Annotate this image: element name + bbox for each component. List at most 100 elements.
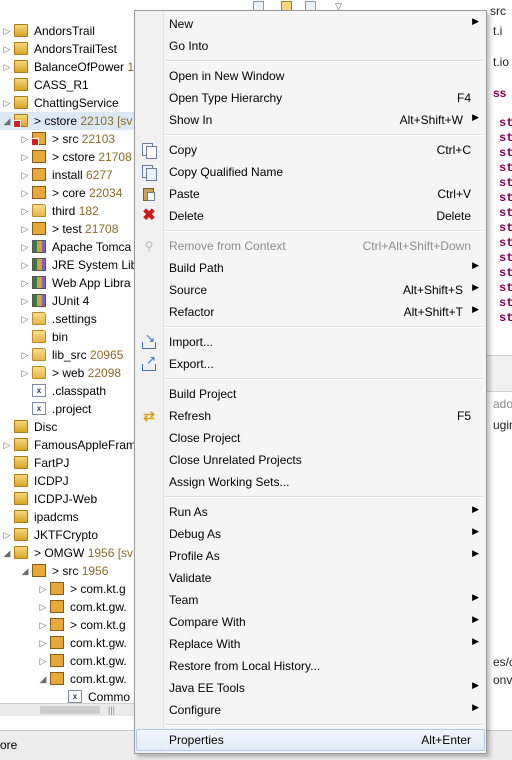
collapsed-arrow-icon[interactable]: ▷ [2, 94, 12, 112]
tree-item[interactable]: x Commo [0, 688, 134, 703]
menu-item-refactor[interactable]: Refactor Alt+Shift+T ▶ [136, 301, 485, 323]
collapsed-arrow-icon[interactable]: ▷ [20, 202, 30, 220]
menu-item-build-project[interactable]: Build Project [136, 383, 485, 405]
tree-item[interactable]: ▷ third 182 [0, 202, 134, 220]
editor-keyword: st [499, 221, 512, 235]
menu-item-show-in[interactable]: Show In Alt+Shift+W ▶ [136, 109, 485, 131]
menu-item-open-in-new-window[interactable]: Open in New Window [136, 65, 485, 87]
tree-item[interactable]: ▷ install 6277 [0, 166, 134, 184]
tree-item[interactable]: ▷ > com.kt.g [0, 616, 134, 634]
menu-item-build-path[interactable]: Build Path ▶ [136, 257, 485, 279]
tree-item[interactable]: ◢ com.kt.gw. [0, 670, 134, 688]
tree-item[interactable]: ▷ ChattingService [0, 94, 134, 112]
menu-item-replace-with[interactable]: Replace With ▶ [136, 633, 485, 655]
collapsed-arrow-icon[interactable]: ▷ [20, 292, 30, 310]
tree-item[interactable]: x .classpath [0, 382, 134, 400]
scrollbar-thumb[interactable] [40, 706, 100, 714]
tree-item[interactable]: ICDPJ [0, 472, 134, 490]
tree-item[interactable]: ▷ JKTFCrypto [0, 526, 134, 544]
menu-item-refresh[interactable]: ⇄ Refresh F5 [136, 405, 485, 427]
collapsed-arrow-icon[interactable]: ▷ [2, 436, 12, 454]
collapsed-arrow-icon[interactable]: ▷ [38, 598, 48, 616]
menu-item-export[interactable]: Export... [136, 353, 485, 375]
menu-item-close-unrelated-projects[interactable]: Close Unrelated Projects [136, 449, 485, 471]
tree-item[interactable]: ▷ BalanceOfPower 1 [0, 58, 134, 76]
collapsed-arrow-icon[interactable]: ▷ [2, 22, 12, 40]
collapsed-arrow-icon[interactable]: ▷ [2, 58, 12, 76]
collapsed-arrow-icon[interactable]: ▷ [20, 220, 30, 238]
menu-item-open-type-hierarchy[interactable]: Open Type Hierarchy F4 [136, 87, 485, 109]
tree-item[interactable]: ▷ > com.kt.g [0, 580, 134, 598]
tree-item[interactable]: ▷ JRE System Lib [0, 256, 134, 274]
collapsed-arrow-icon[interactable]: ▷ [38, 616, 48, 634]
menu-item-new[interactable]: New ▶ [136, 13, 485, 35]
tree-item[interactable]: ▷ com.kt.gw. [0, 652, 134, 670]
menu-item-validate[interactable]: Validate [136, 567, 485, 589]
collapsed-arrow-icon[interactable]: ▷ [20, 256, 30, 274]
tree-item[interactable]: ▷ Apache Tomca [0, 238, 134, 256]
tree-item[interactable]: ◢ > OMGW 1956 [sv [0, 544, 134, 562]
tree-item[interactable]: bin [0, 328, 134, 346]
collapsed-arrow-icon[interactable]: ▷ [20, 346, 30, 364]
menu-item-source[interactable]: Source Alt+Shift+S ▶ [136, 279, 485, 301]
tree-item[interactable]: ▷ com.kt.gw. [0, 634, 134, 652]
expanded-arrow-icon[interactable]: ◢ [20, 562, 30, 580]
tree-item[interactable]: Disc [0, 418, 134, 436]
tree-item[interactable]: ▷ FamousAppleFram [0, 436, 134, 454]
collapsed-arrow-icon[interactable]: ▷ [20, 238, 30, 256]
tree-item[interactable]: ICDPJ-Web [0, 490, 134, 508]
menu-item-properties[interactable]: Properties Alt+Enter [136, 729, 485, 751]
collapsed-arrow-icon[interactable]: ▷ [38, 652, 48, 670]
collapsed-arrow-icon[interactable]: ▷ [20, 148, 30, 166]
tree-item[interactable]: ▷ > web 22098 [0, 364, 134, 382]
menu-item-team[interactable]: Team ▶ [136, 589, 485, 611]
tree-item[interactable]: ▷ .settings [0, 310, 134, 328]
editor-tab-label[interactable]: src [490, 4, 506, 18]
menu-item-close-project[interactable]: Close Project [136, 427, 485, 449]
collapsed-arrow-icon[interactable]: ▷ [20, 184, 30, 202]
tree-item[interactable]: ◢ > cstore 22103 [sv [0, 112, 134, 130]
tree-item[interactable]: ▷ > src 22103 [0, 130, 134, 148]
collapsed-arrow-icon[interactable]: ▷ [20, 166, 30, 184]
tree-item[interactable]: ▷ JUnit 4 [0, 292, 134, 310]
expanded-arrow-icon[interactable]: ◢ [2, 544, 12, 562]
expanded-arrow-icon[interactable]: ◢ [38, 670, 48, 688]
collapsed-arrow-icon[interactable]: ▷ [20, 274, 30, 292]
menu-item-copy-qualified-name[interactable]: Copy Qualified Name [136, 161, 485, 183]
tree-item[interactable]: ▷ AndorsTrailTest [0, 40, 134, 58]
tree-item[interactable]: ▷ AndorsTrail [0, 22, 134, 40]
collapsed-arrow-icon[interactable]: ▷ [20, 364, 30, 382]
menu-item-paste[interactable]: Paste Ctrl+V [136, 183, 485, 205]
tree-item[interactable]: ▷ Web App Libra [0, 274, 134, 292]
menu-item-restore-from-local-history[interactable]: Restore from Local History... [136, 655, 485, 677]
menu-item-compare-with[interactable]: Compare With ▶ [136, 611, 485, 633]
menu-item-go-into[interactable]: Go Into [136, 35, 485, 57]
collapsed-arrow-icon[interactable]: ▷ [20, 310, 30, 328]
menu-item-configure[interactable]: Configure ▶ [136, 699, 485, 721]
menu-item-assign-working-sets[interactable]: Assign Working Sets... [136, 471, 485, 493]
collapsed-arrow-icon[interactable]: ▷ [2, 526, 12, 544]
explorer-horizontal-scrollbar[interactable]: ||| [0, 703, 134, 716]
menu-item-run-as[interactable]: Run As ▶ [136, 501, 485, 523]
tree-item[interactable]: ▷ > cstore 21708 [0, 148, 134, 166]
menu-item-profile-as[interactable]: Profile As ▶ [136, 545, 485, 567]
tree-item[interactable]: FartPJ [0, 454, 134, 472]
tree-item[interactable]: ▷ > core 22034 [0, 184, 134, 202]
menu-item-copy[interactable]: Copy Ctrl+C [136, 139, 485, 161]
tree-item[interactable]: ▷ > test 21708 [0, 220, 134, 238]
collapsed-arrow-icon[interactable]: ▷ [2, 40, 12, 58]
tree-item[interactable]: ▷ lib_src 20965 [0, 346, 134, 364]
tree-item[interactable]: ◢ > src 1956 [0, 562, 134, 580]
tree-item[interactable]: CASS_R1 [0, 76, 134, 94]
menu-item-delete[interactable]: ✖ Delete Delete [136, 205, 485, 227]
expanded-arrow-icon[interactable]: ◢ [2, 112, 12, 130]
tree-item[interactable]: ipadcms [0, 508, 134, 526]
collapsed-arrow-icon[interactable]: ▷ [38, 580, 48, 598]
menu-item-import[interactable]: Import... [136, 331, 485, 353]
tree-item[interactable]: x .project [0, 400, 134, 418]
collapsed-arrow-icon[interactable]: ▷ [38, 634, 48, 652]
menu-item-java-ee-tools[interactable]: Java EE Tools ▶ [136, 677, 485, 699]
tree-item[interactable]: ▷ com.kt.gw. [0, 598, 134, 616]
menu-item-debug-as[interactable]: Debug As ▶ [136, 523, 485, 545]
collapsed-arrow-icon[interactable]: ▷ [20, 130, 30, 148]
